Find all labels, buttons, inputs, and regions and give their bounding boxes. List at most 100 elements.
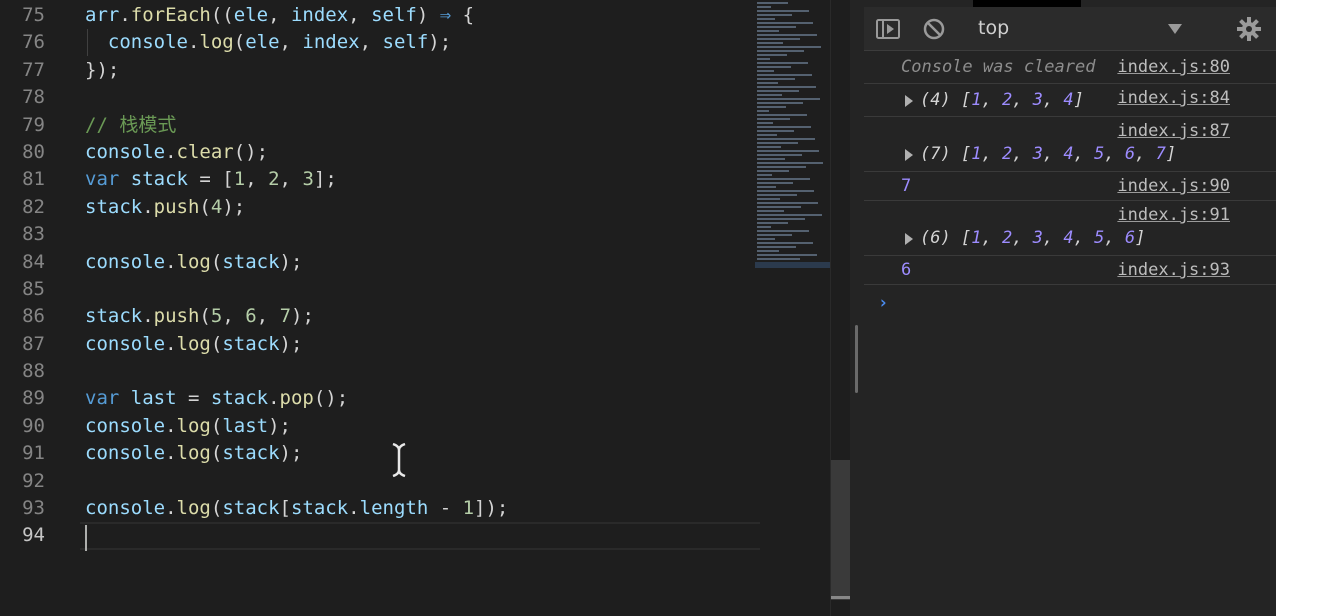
code-token: log	[176, 250, 211, 273]
minimap-line	[757, 174, 772, 176]
code-token: .	[165, 497, 177, 520]
minimap-line	[757, 54, 787, 56]
code-text: console.log(stack[stack.length - 1]);	[85, 495, 508, 522]
divider-grip[interactable]	[855, 325, 858, 393]
source-link[interactable]: index.js:87	[1117, 121, 1230, 141]
code-token: ();	[313, 387, 349, 410]
code-line[interactable]: 89 var last = stack.pop();	[0, 385, 760, 412]
code-lines[interactable]: 75 arr.forEach((ele, index, self) ⇒ {76 c…	[0, 2, 760, 551]
line-number: 92	[22, 469, 45, 492]
minimap-line	[757, 158, 785, 160]
source-link[interactable]: index.js:91	[1117, 205, 1230, 225]
code-token: ,	[279, 31, 303, 54]
array-value: 5	[1094, 144, 1105, 164]
minimap-viewport[interactable]	[755, 262, 830, 268]
code-token: =	[176, 387, 211, 410]
code-line[interactable]: 78	[0, 84, 760, 111]
code-line[interactable]: 76 console.log(ele, index, self);	[0, 29, 760, 56]
code-token: (	[210, 414, 223, 437]
devtools-console: top Console was cleared index.js:80 (4) [1…	[864, 0, 1276, 616]
minimap[interactable]	[755, 0, 830, 270]
code-line[interactable]: 84 console.log(stack);	[0, 249, 760, 276]
code-text: console.log(ele, index, self);	[85, 29, 451, 56]
code-token: log	[199, 31, 234, 54]
line-number: 82	[22, 195, 45, 218]
minimap-line	[757, 138, 815, 140]
minimap-line	[757, 122, 773, 124]
code-line[interactable]: 77});	[0, 57, 760, 84]
expand-arrow-icon[interactable]	[905, 95, 913, 107]
minimap-line	[757, 238, 775, 240]
scrollbar-thumb[interactable]	[831, 460, 850, 600]
code-line[interactable]: 88	[0, 358, 760, 385]
indent-guide	[87, 29, 88, 56]
context-label: top	[978, 17, 1010, 39]
code-token: ⇒	[439, 4, 452, 26]
minimap-line	[757, 202, 818, 204]
code-token: log	[176, 497, 211, 520]
line-number: 85	[22, 277, 45, 300]
line-number: 88	[22, 360, 45, 383]
code-editor[interactable]: 75 arr.forEach((ele, index, self) ⇒ {76 c…	[0, 0, 850, 616]
code-token: console	[85, 250, 166, 273]
expand-arrow-icon[interactable]	[905, 149, 913, 161]
code-line[interactable]: 93 console.log(stack[stack.length - 1]);	[0, 495, 760, 522]
source-link[interactable]: index.js:93	[1117, 260, 1230, 280]
array-value: 5	[1094, 228, 1105, 248]
code-line[interactable]: 79 // 栈模式	[0, 112, 760, 139]
array-preview[interactable]: (4) [1, 2, 3, 4]	[920, 90, 1084, 110]
code-token: 3	[302, 168, 314, 191]
code-token: ();	[233, 140, 269, 163]
code-line[interactable]: 81 var stack = [1, 2, 3];	[0, 166, 760, 193]
line-number: 91	[22, 442, 45, 465]
settings-gear-icon[interactable]	[1235, 15, 1263, 43]
code-text: console.log(stack);	[85, 331, 302, 358]
source-link[interactable]: index.js:80	[1117, 57, 1230, 77]
context-selector[interactable]: top	[968, 15, 1188, 43]
code-line[interactable]: 75 arr.forEach((ele, index, self) ⇒ {	[0, 2, 760, 29]
code-line[interactable]: 90 console.log(last);	[0, 413, 760, 440]
line-number: 79	[22, 113, 45, 136]
code-line[interactable]: 87 console.log(stack);	[0, 331, 760, 358]
code-token: ,	[256, 305, 280, 328]
code-line[interactable]: 80 console.clear();	[0, 139, 760, 166]
array-value: 1	[971, 228, 982, 248]
code-token: )	[416, 4, 440, 26]
console-message: 7 index.js:90	[864, 172, 1276, 201]
line-number: 86	[22, 305, 45, 328]
clear-console-icon[interactable]	[920, 15, 948, 43]
code-token: 6	[245, 305, 257, 328]
array-preview[interactable]: (6) [1, 2, 3, 4, 5, 6]	[920, 228, 1145, 248]
code-token: stack	[222, 250, 280, 273]
code-token: console	[85, 442, 166, 465]
code-line[interactable]: 86 stack.push(5, 6, 7);	[0, 303, 760, 330]
minimap-line	[757, 94, 782, 96]
minimap-line	[757, 90, 799, 92]
editor-scrollbar[interactable]	[830, 0, 850, 616]
line-number: 80	[22, 140, 45, 163]
code-line[interactable]: 83	[0, 221, 760, 248]
sidebar-toggle-icon[interactable]	[874, 15, 902, 43]
code-line[interactable]: 82 stack.push(4);	[0, 194, 760, 221]
expand-arrow-icon[interactable]	[905, 233, 913, 245]
code-line[interactable]: 91 console.log(stack);	[0, 440, 760, 467]
pane-divider[interactable]	[850, 0, 864, 616]
minimap-line	[757, 222, 788, 224]
minimap-line	[757, 26, 796, 28]
code-line[interactable]: 94	[0, 522, 760, 551]
array-preview[interactable]: (7) [1, 2, 3, 4, 5, 6, 7]	[920, 144, 1176, 164]
code-token: push	[153, 195, 200, 218]
source-link[interactable]: index.js:84	[1117, 88, 1230, 108]
code-token: ,	[348, 4, 372, 26]
console-prompt[interactable]: ›	[878, 293, 888, 313]
console-message: (6) [1, 2, 3, 4, 5, 6] index.js:91	[864, 201, 1276, 256]
code-token: length	[359, 497, 429, 520]
minimap-line	[757, 150, 819, 152]
source-link[interactable]: index.js:90	[1117, 176, 1230, 196]
line-number: 87	[22, 332, 45, 355]
code-token: clear	[176, 140, 234, 163]
array-value: 6	[1124, 144, 1136, 164]
code-line[interactable]: 85	[0, 276, 760, 303]
minimap-line	[757, 102, 803, 104]
code-line[interactable]: 92	[0, 468, 760, 495]
